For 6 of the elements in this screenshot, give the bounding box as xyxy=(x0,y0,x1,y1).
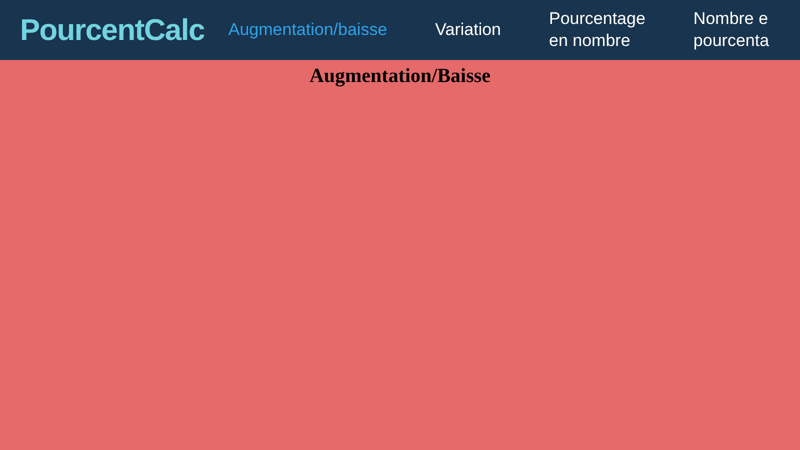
nav-link[interactable]: Nombre e pourcenta xyxy=(693,8,770,52)
logo[interactable]: PourcentCalc xyxy=(20,8,204,52)
page-title: Augmentation/Baisse xyxy=(309,64,491,89)
nav-link[interactable]: Pourcentage en nombre xyxy=(549,8,646,52)
nav-link[interactable]: Augmentation/baisse xyxy=(228,19,388,41)
nav-link[interactable]: Variation xyxy=(435,19,502,41)
